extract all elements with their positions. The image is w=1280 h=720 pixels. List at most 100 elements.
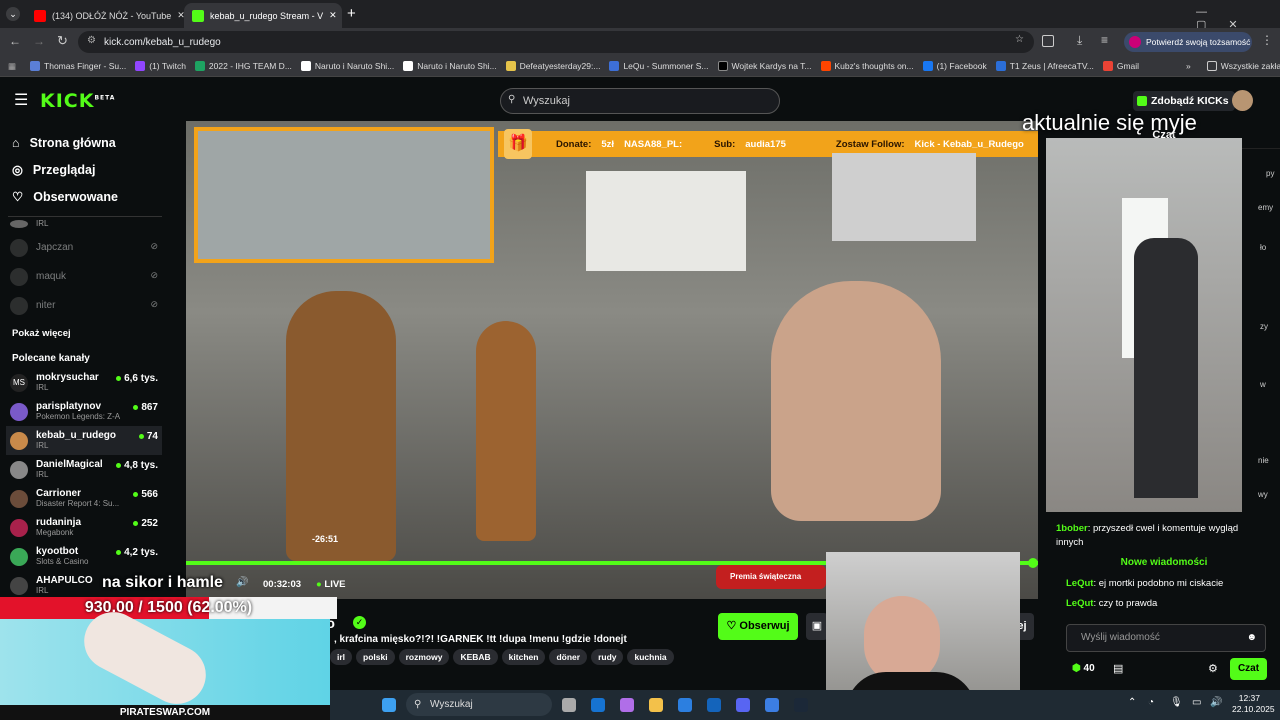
microphone-icon[interactable]: 🎙 (1170, 697, 1183, 708)
tag[interactable]: KEBAB (453, 649, 498, 665)
site-info-icon[interactable]: ⚙ (87, 35, 96, 46)
recommended-channel[interactable]: MS mokrysuchar IRL 6,6 tys. (0, 368, 170, 397)
bookmark[interactable]: Naruto i Naruto Shi... (300, 61, 394, 71)
all-bookmarks[interactable]: Wszystkie zakładki (1206, 61, 1280, 71)
folder-icon[interactable] (649, 698, 663, 712)
task-view-icon[interactable] (562, 698, 576, 712)
gmail-icon (1102, 61, 1113, 71)
bookmark[interactable]: T1 Zeus | AfreecaTV... (995, 61, 1094, 71)
apps-icon[interactable]: ▦ (8, 61, 16, 72)
star-icon[interactable]: ☆ (1015, 34, 1024, 45)
close-icon[interactable]: ✕ (329, 10, 337, 21)
recommended-channel[interactable]: DanielMagical IRL 4,8 tys. (0, 455, 170, 484)
copilot-icon[interactable] (620, 698, 634, 712)
volume-icon[interactable]: 🔊 (1210, 697, 1222, 708)
followed-channel[interactable]: maquk ⊘ (0, 262, 170, 291)
hamburger-icon[interactable]: ☰ (14, 90, 28, 110)
sidebar-item-browse[interactable]: ◎ Przeglądaj (0, 156, 170, 183)
channel-category: Disaster Report 4: Su... (36, 499, 120, 508)
chat-text: ło (1260, 243, 1267, 252)
tag[interactable]: rudy (591, 649, 624, 665)
bookmark[interactable]: Defeatyesterday29:... (505, 61, 600, 71)
tag[interactable]: rozmowy (398, 649, 450, 665)
gift-sub-button[interactable]: ▣ (806, 613, 828, 640)
show-more-link[interactable]: Pokaż więcej (0, 320, 170, 347)
photoshop-icon[interactable] (707, 698, 721, 712)
bookmark[interactable]: Naruto i Naruto Shi... (403, 61, 497, 71)
points-counter[interactable]: ⬢ 40 (1072, 663, 1095, 674)
extensions-icon[interactable] (1042, 35, 1054, 47)
bookmark[interactable]: Gmail (1102, 61, 1139, 71)
display-icon[interactable]: ▭ (1192, 697, 1201, 708)
followed-channel[interactable]: niter ⊘ (0, 291, 170, 320)
sheets-icon (194, 61, 205, 71)
network-icon[interactable]: ◔ (1148, 697, 1154, 708)
bookmark[interactable]: 2022 - IHG TEAM D... (194, 61, 292, 71)
close-icon[interactable]: ✕ (177, 10, 184, 21)
chat-username[interactable]: LeQut (1066, 598, 1093, 609)
avatar[interactable] (1232, 90, 1253, 111)
kick-logo[interactable]: KICKBETA (40, 90, 115, 112)
channel-name: niter (36, 300, 56, 311)
tab-kick[interactable]: kebab_u_rudego Stream - V ✕ (184, 3, 342, 28)
recommended-channel[interactable]: kyootbot Slots & Casino 4,2 tys. (0, 542, 170, 571)
bookmark[interactable]: Thomas Finger - Su... (30, 61, 126, 71)
chat-username[interactable]: LeQut (1066, 578, 1093, 589)
tag[interactable]: irl (330, 649, 353, 665)
menu-icon[interactable]: ⋮ (1261, 33, 1273, 47)
recommended-channel-active[interactable]: kebab_u_rudego IRL 74 (6, 426, 162, 455)
tab-youtube[interactable]: (134) ODŁÓŻ NÓŻ - YouTube ✕ (26, 3, 184, 28)
channel-category: Megabonk (36, 528, 74, 537)
sidebar-item-following[interactable]: ♡ Obserwowane (0, 183, 170, 210)
bookmark[interactable]: LeQu - Summoner S... (609, 61, 709, 71)
url-input[interactable]: ⚙ kick.com/kebab_u_rudego ☆ (78, 31, 1034, 53)
sidebar-item-home[interactable]: ⌂ Strona główna (0, 129, 170, 156)
followed-channel[interactable]: IRL (0, 215, 170, 233)
store-icon[interactable]: ▤ (1113, 662, 1123, 675)
windows-start-icon[interactable] (382, 698, 396, 712)
bookmark[interactable]: (1) Facebook (922, 61, 987, 71)
download-icon[interactable]: ⤓ (1077, 33, 1082, 48)
chat-input[interactable]: Wyślij wiadomość ☻ (1066, 624, 1266, 652)
channel-category: IRL (36, 586, 49, 595)
tag[interactable]: polski (356, 649, 395, 665)
tag[interactable]: döner (549, 649, 588, 665)
recommended-channel[interactable]: parisplatynov Pokemon Legends: Z-A 867 (0, 397, 170, 426)
profile-button[interactable]: Potwierdź swoją tożsamość (1124, 32, 1252, 52)
reload-icon[interactable]: ↻ (57, 33, 68, 49)
tag[interactable]: kuchnia (627, 649, 674, 665)
tab-search-icon[interactable]: ⌄ (6, 7, 20, 21)
video-player[interactable]: Donate: 5zł NASA88_PL: Sub: audia175 Zos… (186, 121, 1038, 599)
search-input[interactable]: ⚲ Wyszukaj (500, 88, 780, 114)
taskbar-search[interactable]: ⚲ Wyszukaj (406, 693, 552, 716)
bookmark-label: T1 Zeus | AfreecaTV... (1009, 61, 1094, 71)
seek-handle[interactable] (1028, 558, 1038, 568)
bookmark[interactable]: (1) Twitch (135, 61, 186, 71)
followed-channel[interactable]: Japczan ⊘ (0, 233, 170, 262)
chevron-right-icon[interactable]: » (1186, 61, 1191, 71)
get-kicks-button[interactable]: Zdobądź KICKs (1133, 91, 1235, 111)
emoji-icon[interactable]: ☻ (1246, 625, 1257, 651)
chevron-up-icon[interactable]: ⌃ (1128, 697, 1136, 708)
bookmark-label: Kubz's thoughts on... (834, 61, 914, 71)
forward-icon[interactable]: → (33, 34, 45, 48)
steam-icon[interactable] (794, 698, 808, 712)
recommended-channel[interactable]: Carrioner Disaster Report 4: Su... 566 (0, 484, 170, 513)
tag[interactable]: kitchen (501, 649, 546, 665)
volume-icon[interactable]: 🔊 (236, 577, 248, 588)
bookmark[interactable]: Kubz's thoughts on... (820, 61, 914, 71)
new-tab-icon[interactable]: + (347, 5, 356, 22)
discord-icon[interactable] (736, 698, 750, 712)
chat-username[interactable]: 1bober (1056, 523, 1088, 534)
back-icon[interactable]: ← (9, 34, 21, 48)
taskbar-clock[interactable]: 12:37 22.10.2025 (1232, 693, 1275, 715)
store-icon[interactable] (678, 698, 692, 712)
follow-button[interactable]: ♡ Obserwuj (718, 613, 798, 640)
bookmark[interactable]: Wojtek Kardys na T... (717, 61, 812, 71)
settings-icon[interactable]: ⚙ (1208, 662, 1218, 675)
recommended-channel[interactable]: rudaninja Megabonk 252 (0, 513, 170, 542)
media-icon[interactable]: ≡ (1101, 33, 1108, 47)
outlook-icon[interactable] (591, 698, 605, 712)
chat-send-button[interactable]: Czat (1230, 658, 1267, 680)
app-icon[interactable] (765, 698, 779, 712)
